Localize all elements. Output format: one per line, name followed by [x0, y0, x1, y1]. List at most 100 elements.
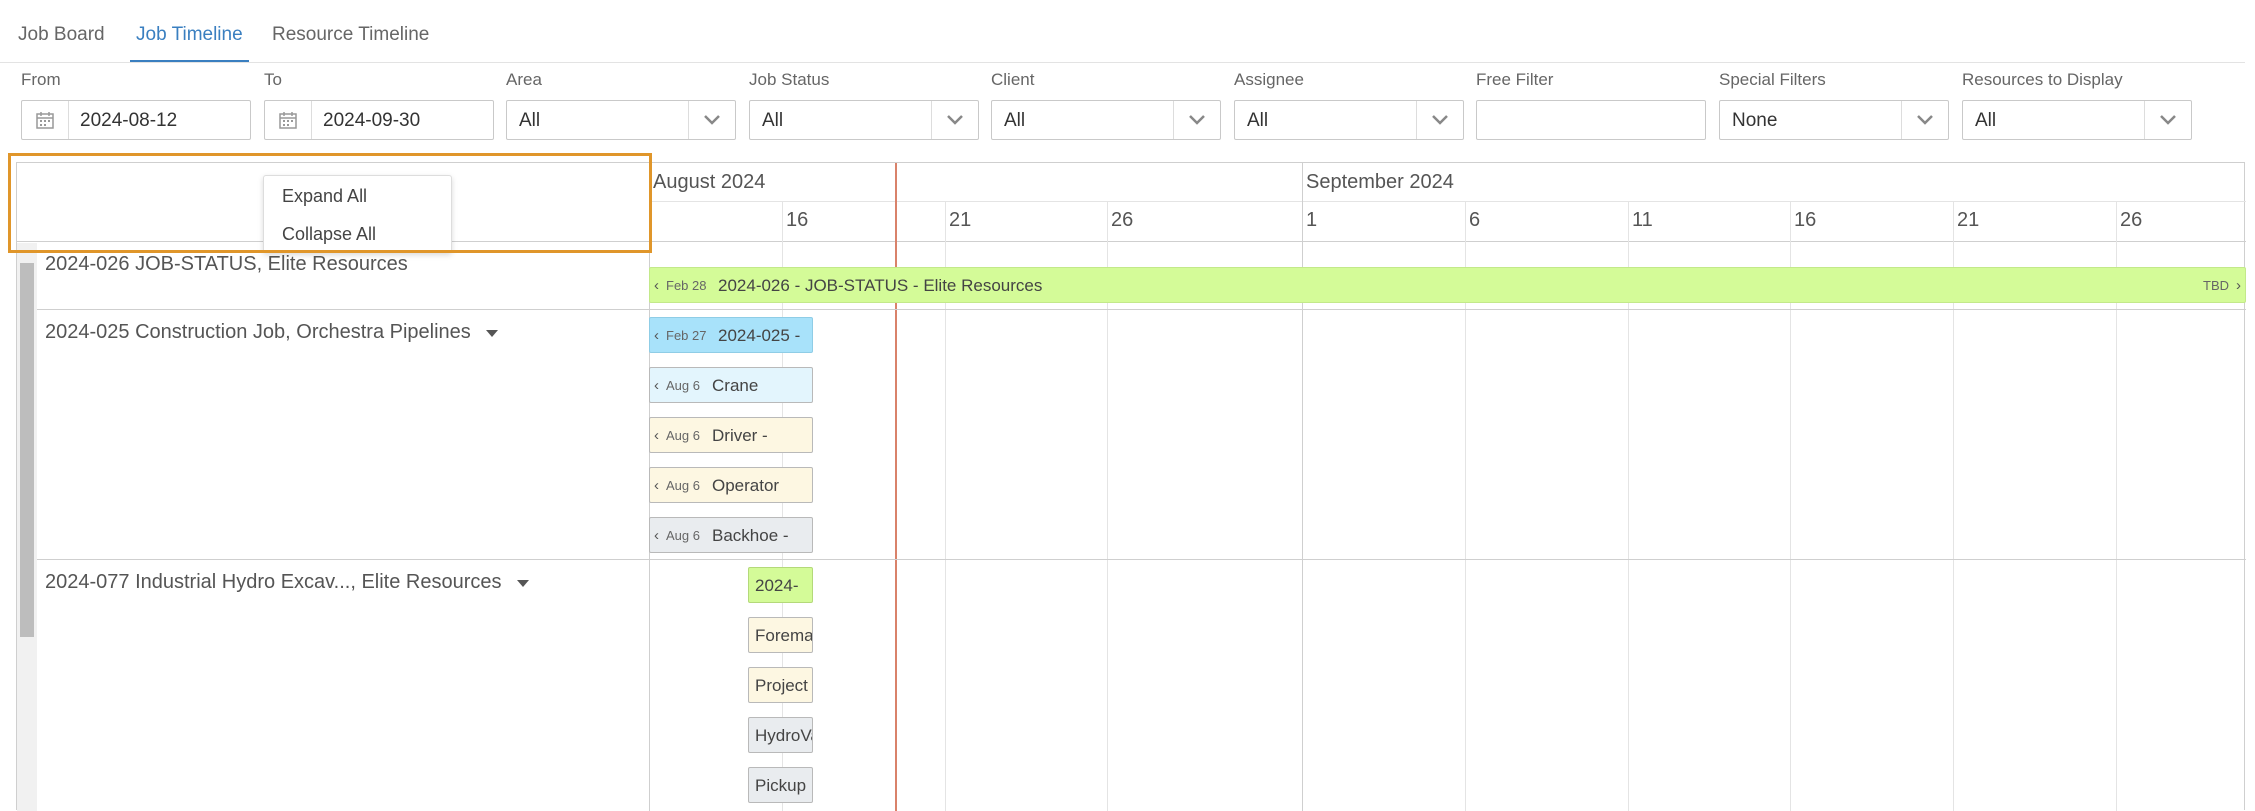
day-label: 11	[1632, 209, 1653, 231]
job-row-label[interactable]: 2024-026 JOB-STATUS, Elite Resources	[45, 253, 408, 276]
day-label: 16	[1794, 209, 1817, 231]
job-row-label[interactable]: 2024-077 Industrial Hydro Excav..., Elit…	[45, 571, 530, 594]
caret-down-icon[interactable]	[517, 571, 530, 594]
special-filters-select[interactable]: None	[1719, 100, 1949, 140]
job-bar[interactable]: ‹ Feb 28 2024-026 - JOB-STATUS - Elite R…	[649, 267, 2246, 303]
highlight-box	[8, 153, 652, 253]
day-label: 21	[1957, 209, 1980, 231]
assignee-label: Assignee	[1234, 70, 1304, 89]
from-date-input[interactable]: 2024-08-12	[21, 100, 251, 140]
resource-bar[interactable]: Project	[748, 667, 813, 703]
job-status-label: Job Status	[749, 70, 830, 89]
calendar-icon[interactable]	[22, 101, 69, 139]
bar-title: Backhoe -	[712, 526, 789, 545]
job-row-title: 2024-077 Industrial Hydro Excav..., Elit…	[45, 571, 502, 593]
bar-title: HydroVa	[755, 726, 812, 745]
row-separator	[37, 559, 2246, 560]
resources-select[interactable]: All	[1962, 100, 2192, 140]
bar-title: Driver -	[712, 426, 768, 445]
day-label: 21	[949, 209, 972, 231]
bar-title: Operator	[712, 476, 780, 495]
chevron-down-icon[interactable]	[2144, 101, 2191, 139]
bar-title: Project	[755, 676, 808, 695]
day-label: 16	[786, 209, 809, 231]
bar-title: 2024-026 - JOB-STATUS - Elite Resources	[718, 276, 1043, 295]
chevron-left-icon: ‹	[654, 377, 659, 394]
special-filters-value: None	[1732, 110, 1778, 131]
month-boundary	[1302, 163, 1303, 811]
today-line	[895, 163, 897, 811]
bar-start-date: Feb 27	[666, 328, 707, 343]
job-row-label[interactable]: 2024-025 Construction Job, Orchestra Pip…	[45, 321, 499, 344]
resource-bar[interactable]: Pickup	[748, 767, 813, 803]
job-bar[interactable]: 2024-	[748, 567, 813, 603]
area-select[interactable]: All	[506, 100, 736, 140]
special-filters-label: Special Filters	[1719, 70, 1826, 89]
chevron-down-icon[interactable]	[931, 101, 978, 139]
tab-resource-timeline[interactable]: Resource Timeline	[266, 24, 435, 60]
caret-down-icon[interactable]	[486, 321, 499, 344]
tab-job-board[interactable]: Job Board	[12, 24, 111, 60]
chevron-left-icon: ‹	[654, 527, 659, 544]
job-status-value: All	[762, 110, 784, 131]
chevron-down-icon[interactable]	[1901, 101, 1948, 139]
chevron-right-icon: ›	[2236, 277, 2241, 294]
assignee-value: All	[1247, 110, 1269, 131]
resources-value: All	[1975, 110, 1997, 131]
bar-start-date: Aug 6	[666, 478, 700, 493]
client-label: Client	[991, 70, 1035, 89]
client-select[interactable]: All	[991, 100, 1221, 140]
day-label: 1	[1306, 209, 1318, 231]
month-september: September 2024	[1306, 171, 1454, 193]
chevron-left-icon: ‹	[654, 277, 659, 294]
day-label: 6	[1469, 209, 1481, 231]
chevron-left-icon: ‹	[654, 327, 659, 344]
resources-label: Resources to Display	[1962, 70, 2123, 89]
from-date-value: 2024-08-12	[80, 110, 178, 131]
tab-bar: Job Board Job Timeline Resource Timeline	[0, 0, 2245, 63]
job-status-select[interactable]: All	[749, 100, 979, 140]
free-filter-input[interactable]	[1476, 100, 1706, 140]
resource-bar[interactable]: ‹ Aug 6 Driver -	[649, 417, 813, 453]
chevron-down-icon[interactable]	[1416, 101, 1463, 139]
row-scrollbar-thumb[interactable]	[20, 263, 34, 637]
calendar-icon[interactable]	[265, 101, 312, 139]
resource-bar[interactable]: HydroVa	[748, 717, 813, 753]
assignee-select[interactable]: All	[1234, 100, 1464, 140]
row-separator	[37, 309, 2246, 310]
bar-start-date: Aug 6	[666, 378, 700, 393]
bar-start-date: Feb 28	[666, 278, 707, 293]
to-label: To	[264, 70, 282, 89]
job-bar[interactable]: ‹ Feb 27 2024-025 -	[649, 317, 813, 353]
bar-title: 2024-025 -	[718, 326, 801, 345]
resource-bar[interactable]: ‹ Aug 6 Crane	[649, 367, 813, 403]
from-label: From	[21, 70, 61, 89]
area-value: All	[519, 110, 541, 131]
bar-title: Forema	[755, 626, 813, 645]
bar-title: Pickup	[755, 776, 807, 795]
bar-title: Crane	[712, 376, 759, 395]
resource-bar[interactable]: Forema	[748, 617, 813, 653]
day-label: 26	[1111, 209, 1134, 231]
job-timeline-gantt: August 2024 September 2024 16 21 26 1 6 …	[16, 162, 2246, 811]
bar-start-date: Aug 6	[666, 428, 700, 443]
resource-bar[interactable]: ‹ Aug 6 Backhoe -	[649, 517, 813, 553]
bar-end-date: TBD	[2203, 278, 2229, 293]
area-label: Area	[506, 70, 542, 89]
chevron-down-icon[interactable]	[1173, 101, 1220, 139]
resource-bar[interactable]: ‹ Aug 6 Operator	[649, 467, 813, 503]
chevron-down-icon[interactable]	[688, 101, 735, 139]
bar-title: 2024-	[755, 576, 799, 595]
to-date-value: 2024-09-30	[323, 110, 421, 131]
month-august: August 2024	[653, 171, 766, 193]
bar-start-date: Aug 6	[666, 528, 700, 543]
job-row-title: 2024-025 Construction Job, Orchestra Pip…	[45, 321, 471, 343]
chevron-left-icon: ‹	[654, 477, 659, 494]
free-filter-label: Free Filter	[1476, 70, 1554, 89]
chevron-left-icon: ‹	[654, 427, 659, 444]
header-divider	[649, 201, 2246, 202]
day-label: 26	[2120, 209, 2143, 231]
tab-job-timeline[interactable]: Job Timeline	[130, 24, 249, 62]
to-date-input[interactable]: 2024-09-30	[264, 100, 494, 140]
client-value: All	[1004, 110, 1026, 131]
